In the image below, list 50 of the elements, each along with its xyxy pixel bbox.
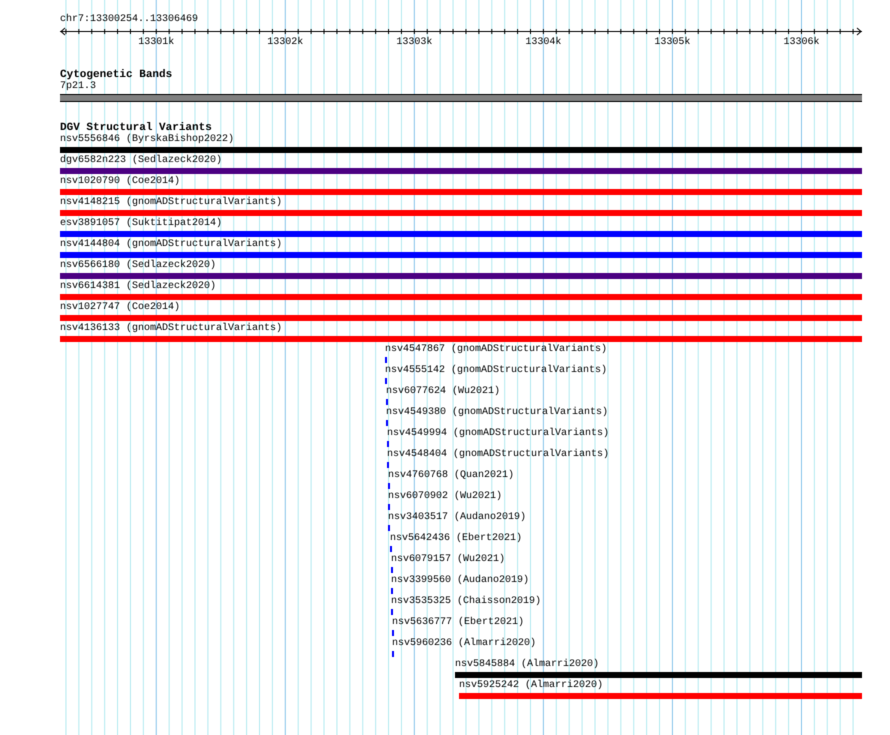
variant-label: nsv6566180 (Sedlazeck2020): [60, 260, 216, 272]
variant-label: nsv5642436 (Ebert2021): [390, 533, 522, 545]
variant-label: nsv4136133 (gnomADStructuralVariants): [60, 323, 282, 335]
variant-label: nsv6614381 (Sedlazeck2020): [60, 281, 216, 293]
region-label: chr7:13300254..13306469: [60, 14, 198, 26]
tick-label: 13304k: [525, 37, 562, 48]
tick-label: 13306k: [783, 37, 820, 48]
variant-bar[interactable]: [459, 693, 862, 699]
cytoband-bar[interactable]: [60, 94, 862, 102]
variant-label: nsv5960236 (Almarri2020): [392, 638, 536, 650]
variant-bar[interactable]: [455, 672, 862, 678]
variant-label: nsv4148215 (gnomADStructuralVariants): [60, 197, 282, 209]
variant-label: nsv5556846 (ByrskaBishop2022): [60, 134, 234, 146]
variant-label: nsv6077624 (Wu2021): [386, 386, 500, 398]
variant-label: nsv4144804 (gnomADStructuralVariants): [60, 239, 282, 251]
variant-bar[interactable]: [60, 315, 862, 321]
variant-bar[interactable]: [60, 336, 862, 342]
track-title: Cytogenetic Bands: [60, 69, 172, 81]
variant-label: nsv3535325 (Chaisson2019): [391, 596, 542, 608]
variant-label: nsv5925242 (Almarri2020): [459, 680, 604, 692]
variant-label: nsv3399560 (Audano2019): [391, 575, 530, 587]
tick-label: 13303k: [396, 37, 432, 48]
tick-label: 13305k: [654, 37, 690, 48]
variant-label: nsv4555142 (gnomADStructuralVariants): [385, 365, 608, 377]
variant-label: nsv6070902 (Wu2021): [388, 491, 502, 503]
variant-bar[interactable]: [60, 210, 862, 216]
tick-label: 13302k: [267, 37, 304, 48]
variant-bar[interactable]: [60, 252, 862, 258]
variant-bar[interactable]: [60, 231, 862, 237]
variant-label: nsv4547867 (gnomADStructuralVariants): [385, 344, 608, 356]
variant-bar[interactable]: [60, 189, 862, 195]
variant-label: nsv1020790 (Coe2014): [60, 176, 180, 188]
variant-bar[interactable]: [60, 294, 862, 300]
variant-label: nsv6079157 (Wu2021): [391, 554, 506, 566]
variant-label: nsv4760768 (Quan2021): [388, 470, 514, 482]
variant-label: esv3891057 (Suktitipat2014): [60, 218, 222, 230]
variant-label: nsv1027747 (Coe2014): [60, 302, 180, 314]
variant-label: nsv4549380 (gnomADStructuralVariants): [386, 407, 608, 419]
variant-bar[interactable]: [60, 147, 862, 153]
variant-label: nsv3403517 (Audano2019): [388, 512, 526, 524]
variant-label: nsv4549994 (gnomADStructuralVariants): [387, 428, 610, 440]
variant-bar[interactable]: [60, 273, 862, 279]
track-title: DGV Structural Variants: [60, 122, 212, 134]
variant-label: nsv5636777 (Ebert2021): [392, 617, 524, 629]
variant-label: nsv5845884 (Almarri2020): [455, 659, 600, 671]
variant-label: nsv4548404 (gnomADStructuralVariants): [387, 449, 610, 461]
tick-label: 13301k: [138, 37, 174, 48]
band-label: 7p21.3: [60, 81, 96, 93]
variant-label: dgv6582n223 (Sedlazeck2020): [60, 155, 222, 167]
variant-bar[interactable]: [60, 168, 862, 174]
